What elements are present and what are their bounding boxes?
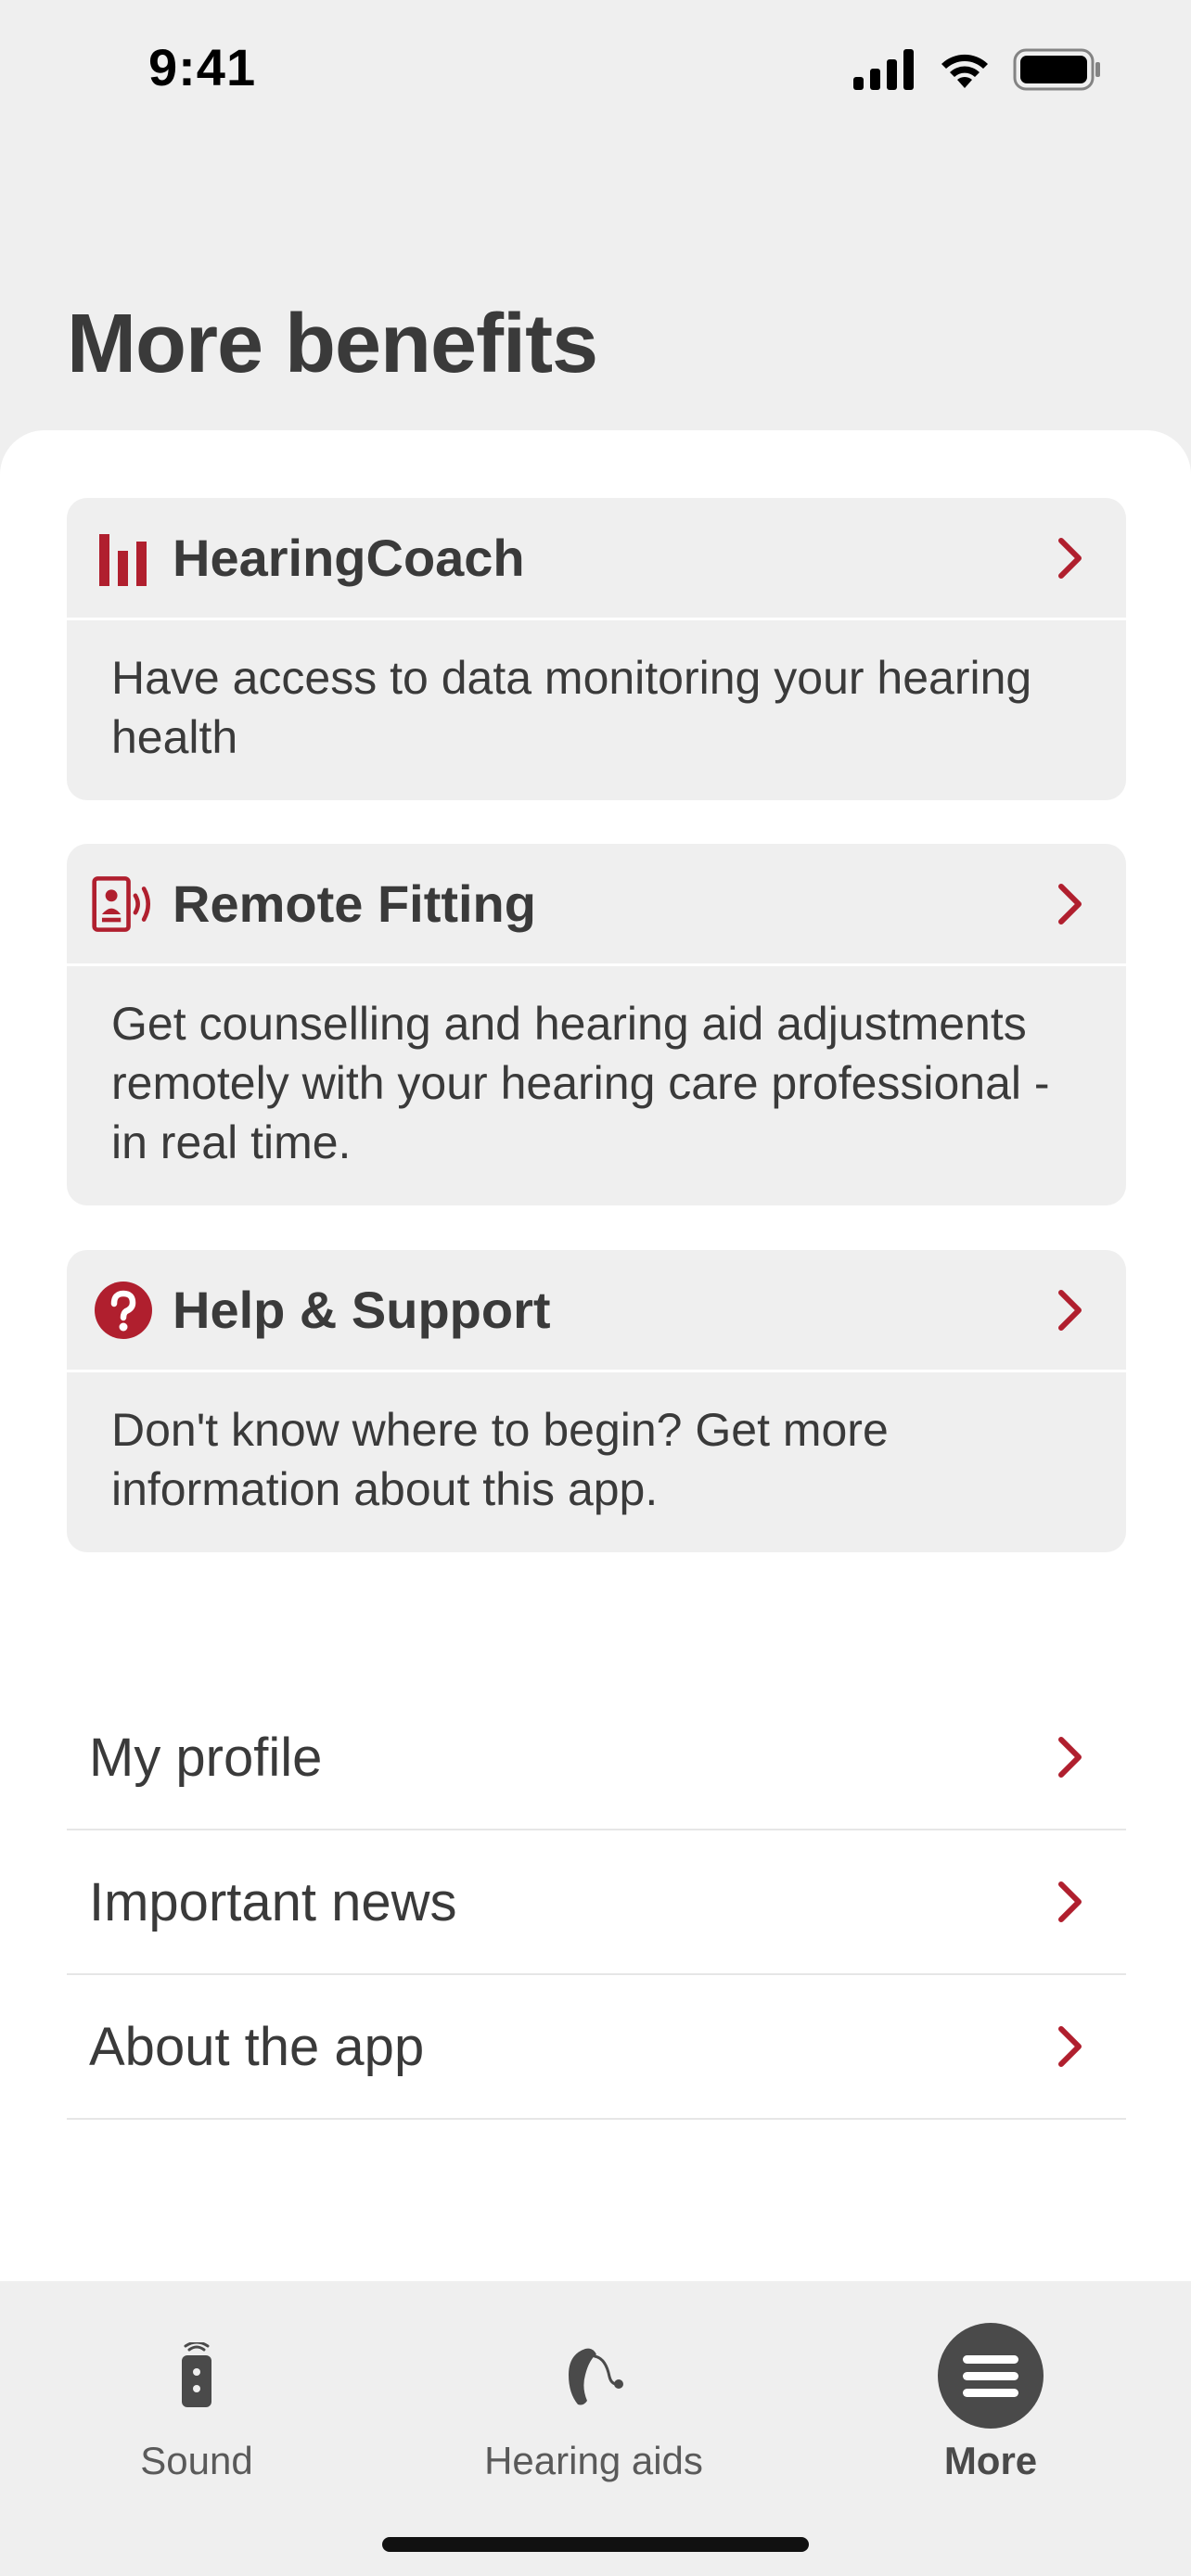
card-title: Remote Fitting — [173, 874, 536, 933]
card-header[interactable]: Help & Support — [67, 1250, 1126, 1372]
settings-list: My profile Important news About the app — [67, 1686, 1126, 2120]
list-item-my-profile[interactable]: My profile — [67, 1686, 1126, 1830]
chevron-right-icon — [1052, 880, 1089, 928]
help-support-card[interactable]: Help & Support Don't know where to begin… — [67, 1250, 1126, 1552]
list-item-about-the-app[interactable]: About the app — [67, 1975, 1126, 2120]
status-bar: 9:41 — [0, 0, 1191, 139]
status-icons — [853, 48, 1102, 96]
chevron-right-icon — [1052, 1878, 1089, 1926]
menu-icon — [937, 2322, 1044, 2429]
chevron-right-icon — [1052, 534, 1089, 582]
card-title: Help & Support — [173, 1281, 551, 1339]
card-description: Get counselling and hearing aid adjustme… — [111, 998, 1050, 1168]
tab-bar: Sound Hearing aids More — [0, 2281, 1191, 2576]
chevron-right-icon — [1052, 1286, 1089, 1334]
tab-sound[interactable]: Sound — [58, 2281, 336, 2504]
page-title: More benefits — [67, 298, 598, 390]
remote-fitting-card[interactable]: Remote Fitting Get counselling and heari… — [67, 844, 1126, 1205]
tab-hearing-aids[interactable]: Hearing aids — [455, 2281, 733, 2504]
home-indicator[interactable] — [382, 2537, 809, 2552]
hearing-aid-icon — [540, 2322, 647, 2429]
tab-more[interactable]: More — [852, 2281, 1130, 2504]
list-item-label: Important news — [89, 1871, 457, 1932]
card-header[interactable]: Remote Fitting — [67, 844, 1126, 966]
remote-fitting-icon — [91, 872, 156, 937]
wifi-icon — [937, 49, 992, 95]
tab-label: Sound — [140, 2439, 253, 2482]
battery-icon — [1013, 48, 1102, 96]
tab-label: Hearing aids — [484, 2439, 703, 2482]
card-header[interactable]: HearingCoach — [67, 498, 1126, 620]
chevron-right-icon — [1052, 1733, 1089, 1781]
card-title: HearingCoach — [173, 529, 525, 587]
more-benefits-screen: 9:41 More benefits HearingCoach Have acc… — [0, 0, 1191, 2576]
bar-chart-icon — [91, 526, 156, 591]
tab-label: More — [943, 2439, 1038, 2482]
question-icon — [91, 1278, 156, 1343]
cellular-signal-icon — [853, 49, 916, 95]
list-item-label: My profile — [89, 1727, 323, 1788]
status-time: 9:41 — [148, 38, 257, 96]
list-item-label: About the app — [89, 2016, 425, 2077]
hearingcoach-card[interactable]: HearingCoach Have access to data monitor… — [67, 498, 1126, 800]
remote-control-icon — [143, 2322, 250, 2429]
list-item-important-news[interactable]: Important news — [67, 1830, 1126, 1975]
card-description: Have access to data monitoring your hear… — [111, 652, 1032, 763]
card-description: Don't know where to begin? Get more info… — [111, 1404, 889, 1515]
chevron-right-icon — [1052, 2022, 1089, 2071]
